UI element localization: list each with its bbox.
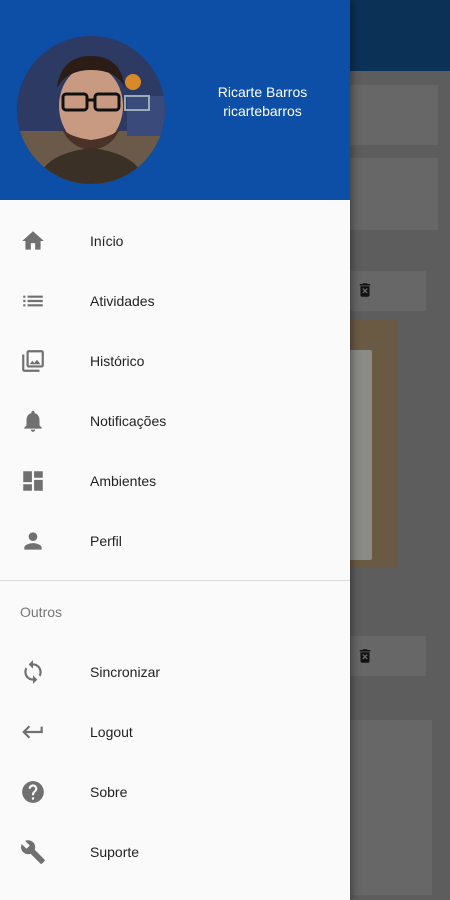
- delete-icon: [356, 280, 374, 300]
- menu-item-label: Notificações: [90, 413, 167, 429]
- menu-item-label: Logout: [90, 724, 133, 740]
- menu-item-ambientes[interactable]: Ambientes: [0, 451, 350, 511]
- menu-item-logout[interactable]: Logout: [0, 702, 350, 762]
- list-icon: [20, 288, 46, 314]
- navigation-drawer: Ricarte Barros ricartebarros Início Ativ…: [0, 0, 350, 900]
- menu-item-sincronizar[interactable]: Sincronizar: [0, 642, 350, 702]
- person-icon: [20, 528, 46, 554]
- menu-item-atividades[interactable]: Atividades: [0, 271, 350, 331]
- dashboard-icon: [20, 468, 46, 494]
- menu-item-inicio[interactable]: Início: [0, 211, 350, 271]
- drawer-header: Ricarte Barros ricartebarros: [0, 0, 350, 200]
- menu-item-label: Sincronizar: [90, 664, 161, 680]
- bell-icon: [20, 408, 46, 434]
- wrench-icon: [20, 839, 46, 865]
- sync-icon: [20, 659, 46, 685]
- menu-item-label: Sobre: [90, 784, 128, 800]
- menu-item-historico[interactable]: Histórico: [0, 331, 350, 391]
- menu-item-perfil[interactable]: Perfil: [0, 511, 350, 571]
- help-icon: [20, 779, 46, 805]
- menu-item-suporte[interactable]: Suporte: [0, 822, 350, 882]
- user-name: Ricarte Barros: [217, 84, 308, 100]
- menu-item-label: Ambientes: [90, 473, 157, 489]
- menu-item-label: Suporte: [90, 844, 140, 860]
- background-card: [340, 271, 426, 311]
- delete-icon: [356, 646, 374, 666]
- menu-item-sobre[interactable]: Sobre: [0, 762, 350, 822]
- background-photo-detail: [348, 350, 372, 560]
- logout-arrow-icon: [20, 719, 46, 745]
- avatar[interactable]: [17, 36, 165, 184]
- background-card: [340, 636, 426, 676]
- user-username: ricartebarros: [223, 103, 302, 119]
- section-title-outros: Outros: [20, 604, 63, 620]
- photo-library-icon: [20, 348, 46, 374]
- menu-item-notificacoes[interactable]: Notificações: [0, 391, 350, 451]
- menu-item-label: Atividades: [90, 293, 155, 309]
- menu-item-label: Início: [90, 233, 124, 249]
- avatar-photo: [17, 36, 165, 184]
- menu-item-label: Perfil: [90, 533, 122, 549]
- menu-divider: [0, 580, 350, 581]
- background-card: [340, 85, 438, 145]
- background-card: [340, 158, 438, 230]
- menu-item-label: Histórico: [90, 353, 145, 369]
- home-icon: [20, 228, 46, 254]
- background-card: [340, 720, 432, 895]
